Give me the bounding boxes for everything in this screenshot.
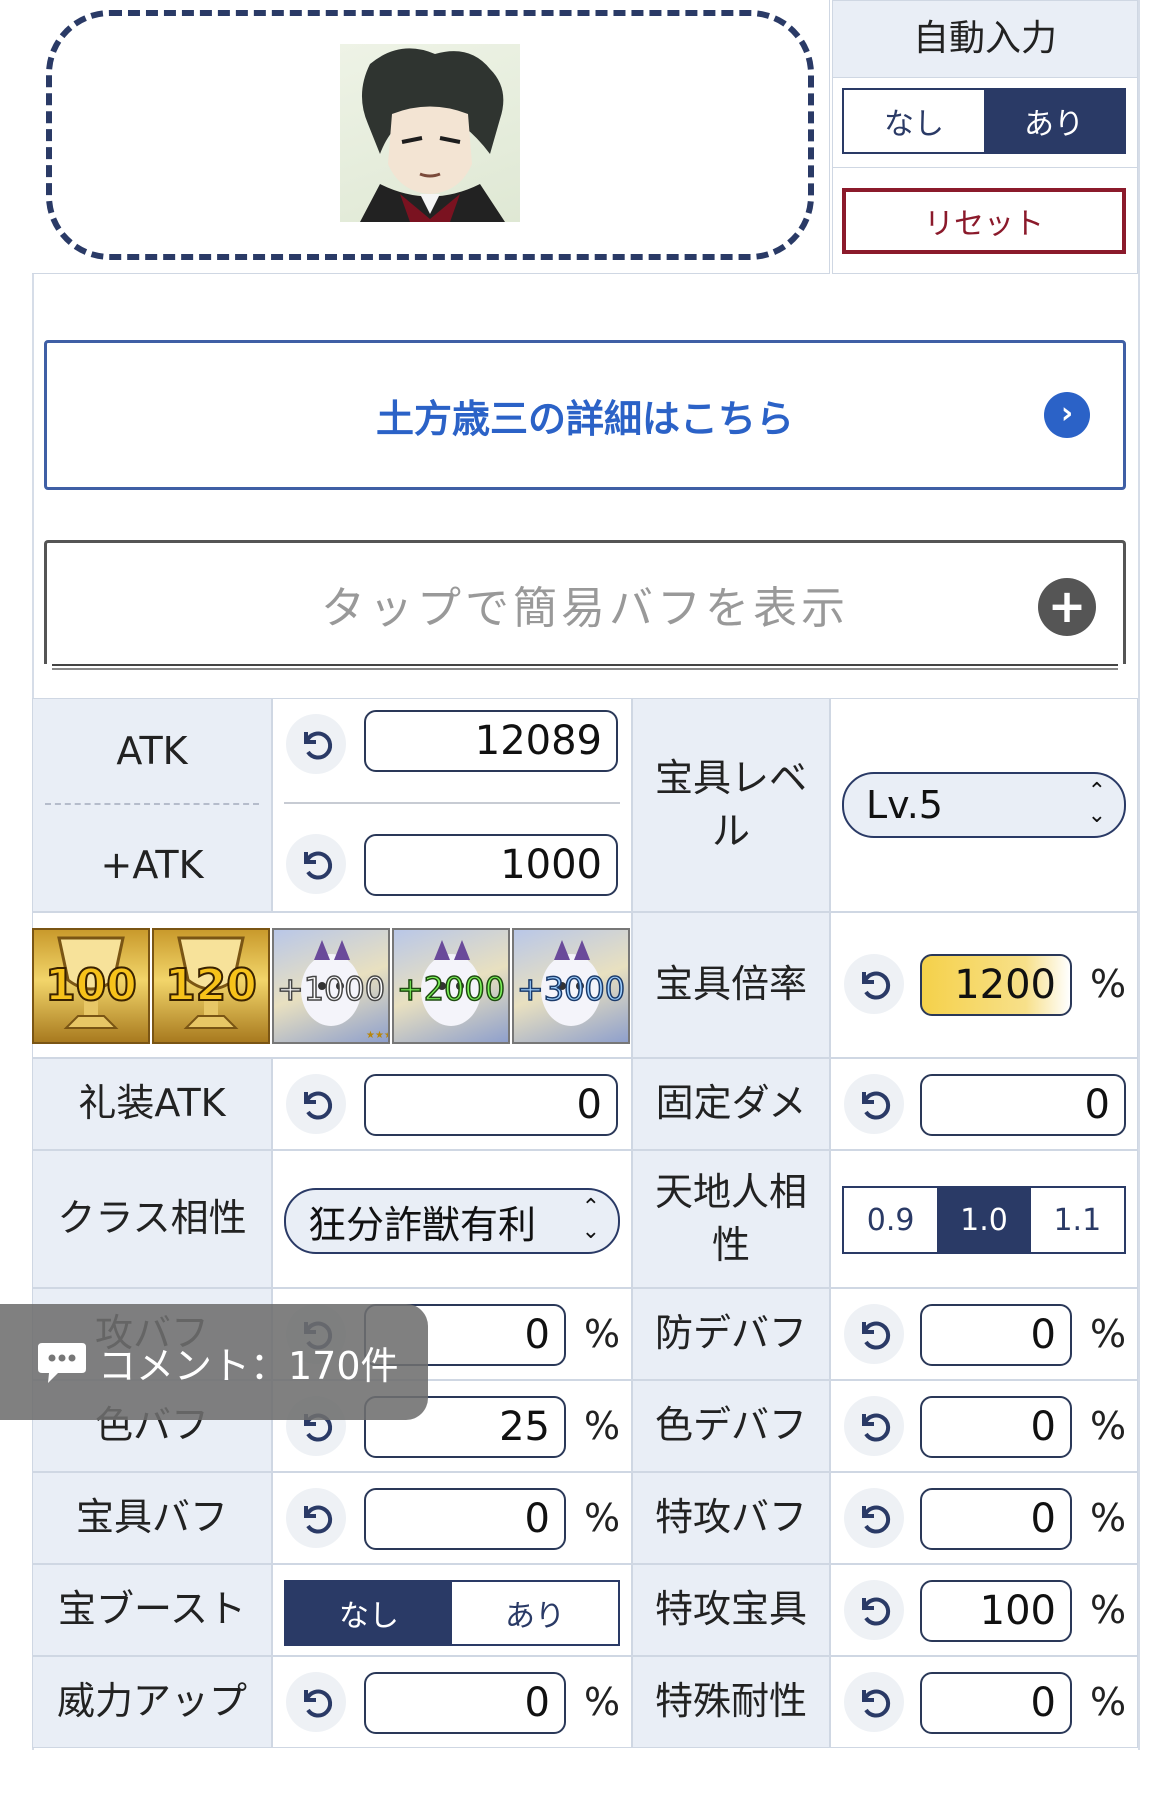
ce-atk-label: 礼装ATK xyxy=(32,1058,272,1150)
special-resist-label: 特殊耐性 xyxy=(632,1656,830,1748)
np-rate-input[interactable]: 1200 xyxy=(920,954,1072,1016)
np-level-value: Lv.5 xyxy=(866,783,943,827)
np-rate-undo-icon[interactable] xyxy=(844,954,904,1014)
ce-atk-undo-icon[interactable] xyxy=(286,1074,346,1134)
class-affinity-value: 狂分詐獣有利 xyxy=(308,1202,537,1247)
comment-overlay-button[interactable]: コメント：170件 xyxy=(0,1304,428,1420)
grail-120-label: 120 xyxy=(164,959,258,1012)
power-up-undo-icon[interactable] xyxy=(286,1672,346,1732)
chevron-right-icon: › xyxy=(1044,392,1090,438)
np-rate-unit: % xyxy=(1090,962,1127,1006)
atk-row-divider xyxy=(284,802,620,804)
np-buff-input[interactable]: 0 xyxy=(364,1488,566,1550)
color-buff-unit: % xyxy=(584,1404,621,1448)
np-rate-label: 宝具倍率 xyxy=(632,912,830,1058)
atk-divider xyxy=(45,803,259,805)
np-buff-unit: % xyxy=(584,1496,621,1540)
grail-100-tile[interactable]: 100 xyxy=(32,928,150,1044)
detail-link-label: 土方歳三の詳細はこちら xyxy=(375,396,794,441)
fou-1000-label: +1000 xyxy=(276,969,386,1009)
special-resist-undo-icon[interactable] xyxy=(844,1672,904,1732)
ce-atk-input[interactable]: 0 xyxy=(364,1074,618,1136)
comment-bubble-icon xyxy=(38,1343,86,1383)
auto-input-title: 自動入力 xyxy=(832,0,1138,78)
class-affinity-select[interactable]: 狂分詐獣有利 ⌃ ⌄ xyxy=(284,1188,620,1254)
attribute-option-1.1[interactable]: 1.1 xyxy=(1031,1188,1124,1252)
def-debuff-label: 防デバフ xyxy=(632,1288,830,1380)
atk-undo-icon[interactable] xyxy=(286,714,346,774)
atk-label-cell: ATK +ATK xyxy=(32,698,272,912)
plus-atk-undo-icon[interactable] xyxy=(286,834,346,894)
grail-100-label: 100 xyxy=(44,959,138,1012)
special-atk-buff-undo-icon[interactable] xyxy=(844,1488,904,1548)
np-level-label-line1: 宝具レベ xyxy=(654,755,807,800)
color-debuff-label: 色デバフ xyxy=(632,1380,830,1472)
auto-input-off[interactable]: なし xyxy=(844,90,984,152)
np-buff-undo-icon[interactable] xyxy=(286,1488,346,1548)
attribute-label-line2: 性 xyxy=(711,1223,750,1267)
attribute-label: 天地人相 性 xyxy=(632,1150,830,1288)
fixed-dmg-label: 固定ダメ xyxy=(632,1058,830,1150)
fou-1000-tile[interactable]: ★★★ +1000 xyxy=(272,928,390,1044)
special-atk-buff-input[interactable]: 0 xyxy=(920,1488,1072,1550)
special-resist-input[interactable]: 0 xyxy=(920,1672,1072,1734)
simple-buff-toggle[interactable]: タップで簡易バフを表示 xyxy=(44,540,1126,664)
special-atk-buff-unit: % xyxy=(1090,1496,1127,1540)
def-debuff-unit: % xyxy=(1090,1312,1127,1356)
detail-link-box[interactable]: 土方歳三の詳細はこちら xyxy=(44,340,1126,490)
plus-atk-label: +ATK xyxy=(100,843,204,887)
simple-buff-label: タップで簡易バフを表示 xyxy=(321,582,849,634)
color-debuff-undo-icon[interactable] xyxy=(844,1396,904,1456)
atk-buff-unit: % xyxy=(584,1312,621,1356)
grail-120-tile[interactable]: 120 xyxy=(152,928,270,1044)
np-boost-off[interactable]: なし xyxy=(286,1582,452,1644)
reset-button[interactable]: リセット xyxy=(842,188,1126,254)
np-level-label: 宝具レベ ル xyxy=(632,698,830,912)
auto-input-toggle[interactable]: なし あり xyxy=(842,88,1126,154)
special-np-unit: % xyxy=(1090,1588,1127,1632)
atk-label: ATK xyxy=(116,729,188,773)
power-up-label: 威力アップ xyxy=(32,1656,272,1748)
fou-3000-tile[interactable]: +3000 xyxy=(512,928,630,1044)
attribute-label-line1: 天地人相 xyxy=(654,1169,807,1214)
svg-text:★★★: ★★★ xyxy=(366,1030,388,1041)
fou-2000-label: +2000 xyxy=(396,969,506,1009)
np-boost-toggle[interactable]: なし あり xyxy=(284,1580,620,1646)
np-level-select[interactable]: Lv.5 ⌃ ⌄ xyxy=(842,772,1126,838)
plus-icon: + xyxy=(1038,578,1096,636)
np-buff-label: 宝具バフ xyxy=(32,1472,272,1564)
fixed-dmg-input[interactable]: 0 xyxy=(920,1074,1126,1136)
attribute-toggle[interactable]: 0.9 1.0 1.1 xyxy=(842,1186,1126,1254)
special-np-input[interactable]: 100 xyxy=(920,1580,1072,1642)
accordion-underline xyxy=(52,664,1118,670)
auto-input-on[interactable]: あり xyxy=(984,90,1124,152)
attribute-option-0.9[interactable]: 0.9 xyxy=(844,1188,937,1252)
def-debuff-undo-icon[interactable] xyxy=(844,1304,904,1364)
special-resist-unit: % xyxy=(1090,1680,1127,1724)
np-boost-label: 宝ブースト xyxy=(32,1564,272,1656)
fou-3000-label: +3000 xyxy=(516,969,626,1009)
plus-atk-input[interactable]: 1000 xyxy=(364,834,618,896)
np-boost-on[interactable]: あり xyxy=(452,1582,618,1644)
fou-2000-tile[interactable]: +2000 xyxy=(392,928,510,1044)
select-arrows-icon: ⌃ ⌄ xyxy=(581,1195,600,1244)
select-arrows-icon: ⌃ ⌄ xyxy=(1087,779,1106,828)
class-affinity-label: クラス相性 xyxy=(32,1150,272,1288)
servant-portrait-image xyxy=(360,48,505,222)
atk-input[interactable]: 12089 xyxy=(364,710,618,772)
color-debuff-input[interactable]: 0 xyxy=(920,1396,1072,1458)
fixed-dmg-undo-icon[interactable] xyxy=(844,1074,904,1134)
power-up-input[interactable]: 0 xyxy=(364,1672,566,1734)
special-atk-buff-label: 特攻バフ xyxy=(632,1472,830,1564)
np-level-label-line2: ル xyxy=(711,809,750,853)
attribute-option-1.0[interactable]: 1.0 xyxy=(937,1188,1031,1252)
special-np-label: 特攻宝具 xyxy=(632,1564,830,1656)
comment-overlay-label: コメント：170件 xyxy=(98,1343,399,1388)
def-debuff-input[interactable]: 0 xyxy=(920,1304,1072,1366)
power-up-unit: % xyxy=(584,1680,621,1724)
servant-portrait[interactable] xyxy=(340,44,520,222)
color-debuff-unit: % xyxy=(1090,1404,1127,1448)
special-np-undo-icon[interactable] xyxy=(844,1580,904,1640)
